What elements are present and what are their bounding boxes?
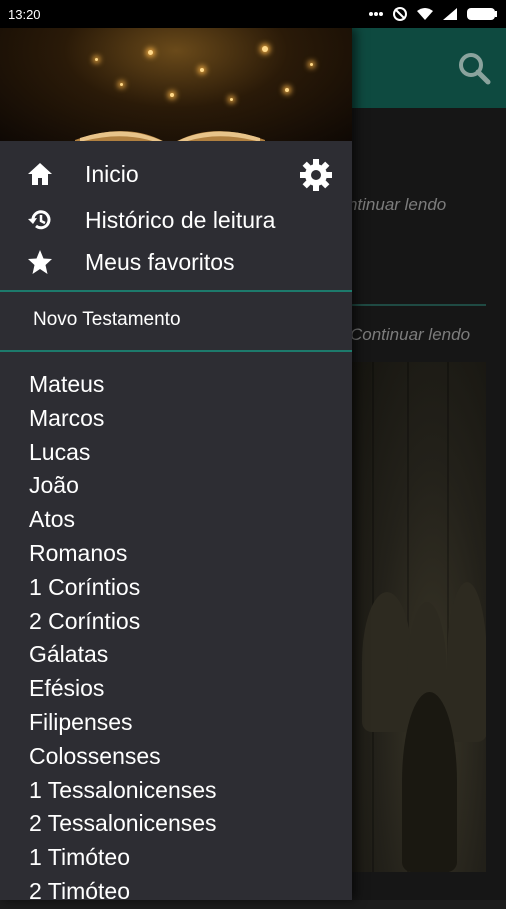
menu-item-label: Histórico de leitura [85, 206, 276, 233]
open-book-icon [75, 131, 265, 141]
search-icon[interactable] [456, 50, 492, 86]
section-divider [0, 290, 352, 292]
book-item[interactable]: Gálatas [29, 638, 217, 672]
notification-dots-icon [368, 11, 384, 17]
engraving-image [352, 362, 486, 872]
menu-item-label: Inicio [85, 160, 139, 187]
menu-item-history[interactable]: Histórico de leitura [0, 200, 352, 240]
gear-icon[interactable] [298, 157, 334, 193]
home-icon [26, 160, 54, 188]
continue-reading-link[interactable]: Continuar lendo [350, 325, 470, 345]
content-divider [352, 304, 486, 306]
history-icon [26, 206, 54, 234]
navigation-drawer: Inicio Histórico de leitura Meus favorit… [0, 28, 352, 904]
wifi-icon [416, 7, 434, 21]
book-item[interactable]: 1 Coríntios [29, 571, 217, 605]
book-item[interactable]: 2 Timóteo [29, 875, 217, 909]
status-icons [368, 6, 498, 22]
book-item[interactable]: Lucas [29, 436, 217, 470]
book-item[interactable]: 2 Coríntios [29, 605, 217, 639]
book-item[interactable]: 1 Tessalonicenses [29, 774, 217, 808]
menu-item-favorites[interactable]: Meus favoritos [0, 242, 352, 282]
book-item[interactable]: Efésios [29, 672, 217, 706]
battery-icon [466, 7, 498, 21]
section-divider [0, 350, 352, 352]
book-item[interactable]: Filipenses [29, 706, 217, 740]
book-item[interactable]: 1 Timóteo [29, 841, 217, 875]
book-item[interactable]: 2 Tessalonicenses [29, 807, 217, 841]
book-item[interactable]: Atos [29, 503, 217, 537]
book-list: Mateus Marcos Lucas João Atos Romanos 1 … [29, 368, 217, 909]
book-item[interactable]: Marcos [29, 402, 217, 436]
book-item[interactable]: Colossenses [29, 740, 217, 774]
book-item[interactable]: Romanos [29, 537, 217, 571]
star-icon [26, 248, 54, 276]
book-item[interactable]: João [29, 469, 217, 503]
status-bar: 13:20 [0, 0, 506, 28]
section-title: Novo Testamento [33, 309, 181, 330]
drawer-header-image [0, 28, 352, 141]
menu-item-label: Meus favoritos [85, 248, 235, 275]
signal-icon [442, 7, 458, 21]
do-not-disturb-icon [392, 6, 408, 22]
book-item[interactable]: Mateus [29, 368, 217, 402]
status-time: 13:20 [8, 6, 41, 22]
